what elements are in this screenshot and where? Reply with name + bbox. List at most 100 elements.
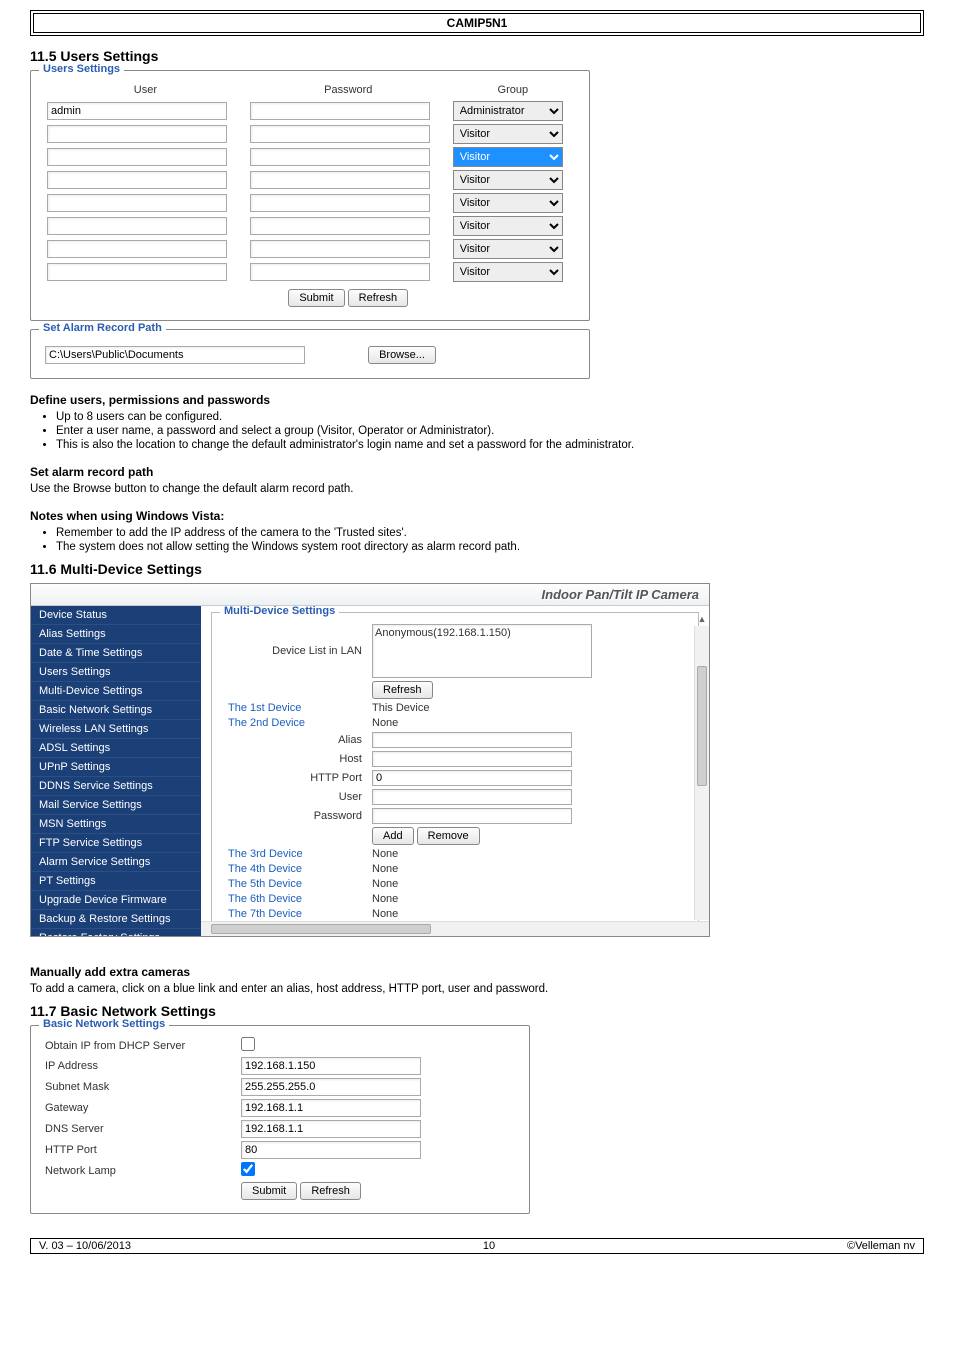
horizontal-scrollbar[interactable] xyxy=(201,921,709,936)
col-password: Password xyxy=(250,82,447,98)
link-3rd-device[interactable]: The 3rd Device xyxy=(222,848,372,860)
ip-input[interactable] xyxy=(241,1057,421,1075)
sidebar-item-upnp[interactable]: UPnP Settings xyxy=(31,758,201,777)
password-input[interactable] xyxy=(250,125,430,143)
vista-title: Notes when using Windows Vista: xyxy=(30,509,924,523)
label-dhcp: Obtain IP from DHCP Server xyxy=(41,1037,241,1054)
user-input[interactable] xyxy=(47,171,227,189)
http-port-input[interactable] xyxy=(241,1141,421,1159)
sidebar-item-pt[interactable]: PT Settings xyxy=(31,872,201,891)
password-input[interactable] xyxy=(250,102,430,120)
password-input[interactable] xyxy=(372,808,572,824)
host-input[interactable] xyxy=(372,751,572,767)
group-select[interactable]: Visitor xyxy=(453,193,563,213)
alarm-record-fieldset: Set Alarm Record Path Browse... xyxy=(30,329,590,379)
sidebar-item-basic-network[interactable]: Basic Network Settings xyxy=(31,701,201,720)
alarm-path-input[interactable] xyxy=(45,346,305,364)
page-footer: V. 03 – 10/06/2013 10 ©Velleman nv xyxy=(30,1238,924,1254)
refresh-lan-button[interactable]: Refresh xyxy=(372,681,433,699)
val-1st-device: This Device xyxy=(372,702,688,714)
refresh-button[interactable]: Refresh xyxy=(348,289,409,307)
sidebar-item-restore-factory[interactable]: Restore Factory Settings xyxy=(31,929,201,936)
submit-button[interactable]: Submit xyxy=(288,289,344,307)
multi-device-panel: Indoor Pan/Tilt IP Camera Device Status … xyxy=(30,583,710,937)
user-input[interactable] xyxy=(47,263,227,281)
lan-device-entry[interactable]: Anonymous(192.168.1.150) xyxy=(375,627,589,639)
sidebar: Device Status Alias Settings Date & Time… xyxy=(31,606,201,936)
user-input[interactable] xyxy=(372,789,572,805)
link-6th-device[interactable]: The 6th Device xyxy=(222,893,372,905)
link-1st-device[interactable]: The 1st Device xyxy=(222,702,372,714)
sidebar-item-ftp[interactable]: FTP Service Settings xyxy=(31,834,201,853)
brand-header: Indoor Pan/Tilt IP Camera xyxy=(31,584,709,606)
password-input[interactable] xyxy=(250,194,430,212)
sidebar-item-date-time[interactable]: Date & Time Settings xyxy=(31,644,201,663)
sidebar-item-adsl[interactable]: ADSL Settings xyxy=(31,739,201,758)
sidebar-item-mail[interactable]: Mail Service Settings xyxy=(31,796,201,815)
sidebar-item-ddns[interactable]: DDNS Service Settings xyxy=(31,777,201,796)
group-select[interactable]: Visitor xyxy=(453,147,563,167)
dns-input[interactable] xyxy=(241,1120,421,1138)
password-input[interactable] xyxy=(250,148,430,166)
dhcp-checkbox[interactable] xyxy=(241,1037,255,1051)
password-input[interactable] xyxy=(250,217,430,235)
sidebar-item-alias-settings[interactable]: Alias Settings xyxy=(31,625,201,644)
group-select[interactable]: Visitor xyxy=(453,216,563,236)
define-title: Define users, permissions and passwords xyxy=(30,393,924,407)
section-11-5-title: 11.5 Users Settings xyxy=(30,48,924,64)
sidebar-item-msn[interactable]: MSN Settings xyxy=(31,815,201,834)
doc-title: CAMIP5N1 xyxy=(33,13,921,33)
label-password: Password xyxy=(222,810,372,822)
group-select[interactable]: Administrator xyxy=(453,101,563,121)
scroll-thumb[interactable] xyxy=(697,666,707,786)
alias-input[interactable] xyxy=(372,732,572,748)
link-7th-device[interactable]: The 7th Device xyxy=(222,908,372,920)
http-port-input[interactable] xyxy=(372,770,572,786)
label-mask: Subnet Mask xyxy=(41,1078,241,1096)
users-table: User Password Group Administrator Visito… xyxy=(41,79,579,310)
group-select[interactable]: Visitor xyxy=(453,170,563,190)
sidebar-item-wireless-lan[interactable]: Wireless LAN Settings xyxy=(31,720,201,739)
sidebar-item-backup-restore[interactable]: Backup & Restore Settings xyxy=(31,910,201,929)
label-http-port: HTTP Port xyxy=(41,1141,241,1159)
users-settings-legend: Users Settings xyxy=(39,63,124,75)
hscroll-thumb[interactable] xyxy=(211,924,431,934)
user-input[interactable] xyxy=(47,217,227,235)
col-user: User xyxy=(47,82,244,98)
sidebar-item-device-status[interactable]: Device Status xyxy=(31,606,201,625)
sidebar-item-upgrade-firmware[interactable]: Upgrade Device Firmware xyxy=(31,891,201,910)
user-input[interactable] xyxy=(47,148,227,166)
submit-button[interactable]: Submit xyxy=(241,1182,297,1200)
link-5th-device[interactable]: The 5th Device xyxy=(222,878,372,890)
user-input[interactable] xyxy=(47,240,227,258)
network-lamp-checkbox[interactable] xyxy=(241,1162,255,1176)
sidebar-item-multi-device[interactable]: Multi-Device Settings xyxy=(31,682,201,701)
link-4th-device[interactable]: The 4th Device xyxy=(222,863,372,875)
browse-button[interactable]: Browse... xyxy=(368,346,436,364)
manual-title: Manually add extra cameras xyxy=(30,965,924,979)
list-item: This is also the location to change the … xyxy=(56,439,924,451)
vertical-scrollbar[interactable]: ▲ ▼ xyxy=(694,626,709,920)
multi-device-legend: Multi-Device Settings xyxy=(220,606,339,617)
sidebar-item-users-settings[interactable]: Users Settings xyxy=(31,663,201,682)
link-2nd-device[interactable]: The 2nd Device xyxy=(222,717,372,729)
password-input[interactable] xyxy=(250,240,430,258)
password-input[interactable] xyxy=(250,263,430,281)
gateway-input[interactable] xyxy=(241,1099,421,1117)
remove-button[interactable]: Remove xyxy=(417,827,480,845)
user-input[interactable] xyxy=(47,194,227,212)
refresh-button[interactable]: Refresh xyxy=(300,1182,361,1200)
group-select[interactable]: Visitor xyxy=(453,124,563,144)
list-item: Remember to add the IP address of the ca… xyxy=(56,527,924,539)
password-input[interactable] xyxy=(250,171,430,189)
footer-version: V. 03 – 10/06/2013 xyxy=(39,1240,131,1252)
group-select[interactable]: Visitor xyxy=(453,262,563,282)
user-input[interactable] xyxy=(47,102,227,120)
user-input[interactable] xyxy=(47,125,227,143)
device-list-lan[interactable]: Anonymous(192.168.1.150) xyxy=(372,624,592,678)
mask-input[interactable] xyxy=(241,1078,421,1096)
group-select[interactable]: Visitor xyxy=(453,239,563,259)
add-button[interactable]: Add xyxy=(372,827,414,845)
sidebar-item-alarm-service[interactable]: Alarm Service Settings xyxy=(31,853,201,872)
val-2nd-device: None xyxy=(372,717,688,729)
